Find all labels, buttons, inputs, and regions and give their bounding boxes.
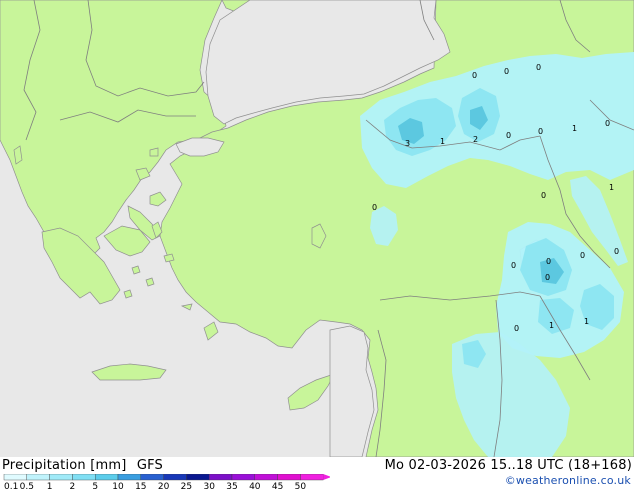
legend-swatch	[163, 474, 187, 481]
legend-swatch	[72, 474, 96, 481]
model-name: GFS	[136, 458, 163, 473]
legend-arrow	[323, 474, 330, 480]
precip-value-label: 0	[614, 247, 619, 256]
legend-value-label: 15	[135, 482, 146, 490]
legend-value-label: 45	[272, 482, 283, 490]
legend-swatch	[186, 474, 210, 481]
precip-value-label: 1	[572, 124, 577, 133]
legend-swatch	[140, 474, 164, 481]
legend-value-label: 1	[47, 482, 53, 490]
precip-value-label: 0	[504, 67, 509, 76]
legend-value-label: 20	[158, 482, 170, 490]
precip-value-label: 0	[580, 251, 585, 260]
legend-value-label: 2	[70, 482, 76, 490]
precip-value-label: 1	[584, 317, 589, 326]
precip-value-label: 0	[546, 257, 551, 266]
title-text: Precipitation [mm]	[2, 458, 127, 473]
precip-value-label: 1	[609, 183, 614, 192]
legend-swatch	[94, 474, 119, 481]
legend-swatch	[277, 474, 301, 481]
legend-value-label: 30	[203, 482, 215, 490]
legend-value-label: 35	[226, 482, 237, 490]
legend-value-label: 10	[112, 482, 124, 490]
legend-swatch	[208, 474, 233, 481]
legend-value-label: 50	[295, 482, 307, 490]
precip-value-label: 0	[538, 127, 543, 136]
precip-value-label: 1	[549, 321, 554, 330]
legend-swatch	[117, 474, 141, 481]
precip-value-label: 0	[536, 63, 541, 72]
precip-value-label: 0	[545, 273, 550, 282]
legend-swatch	[231, 474, 255, 481]
legend-swatch	[26, 474, 50, 481]
precip-value-label: 0	[541, 191, 546, 200]
precip-value-label: 3	[405, 139, 410, 148]
credit-link[interactable]: ©weatheronline.co.uk	[505, 474, 631, 487]
precip-value-label: 0	[605, 119, 610, 128]
legend-swatch	[3, 474, 27, 481]
legend-value-label: 40	[249, 482, 261, 490]
legend-value-label: 0.5	[20, 482, 34, 490]
forecast-datetime: Mo 02-03-2026 15..18 UTC (18+168)	[384, 458, 632, 473]
map-title: Precipitation [mm] GFS	[2, 458, 163, 473]
precipitation-legend: 0.1 0.5 1 2 5 10 15 20 25 30 35 40 45 50	[3, 474, 330, 490]
precip-value-label: 0	[511, 261, 516, 270]
precip-value-label: 0	[506, 131, 511, 140]
legend-swatch	[300, 474, 324, 481]
legend-value-label: 5	[92, 482, 98, 490]
precip-value-label: 0	[472, 71, 477, 80]
precip-value-label: 1	[440, 137, 445, 146]
legend-swatch	[49, 474, 73, 481]
legend-value-label: 25	[181, 482, 192, 490]
precipitation-map: 0 0 0 3 1 2 0 0 1 0 0 1 0 0 0 0 0 0 0 1 …	[0, 0, 634, 457]
precip-value-label: 0	[372, 203, 377, 212]
legend-value-label: 0.1	[4, 482, 18, 490]
precip-value-label: 2	[473, 135, 478, 144]
precip-value-label: 0	[514, 324, 519, 333]
legend-swatch	[254, 474, 278, 481]
